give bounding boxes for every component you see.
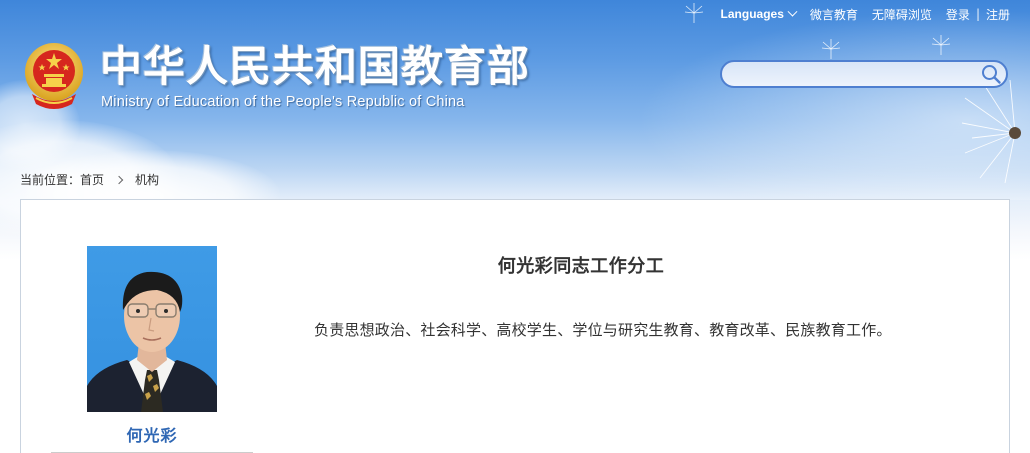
dandelion-seed-icon <box>931 35 951 55</box>
weiyan-education-link[interactable]: 微言教育 <box>810 6 858 23</box>
register-link[interactable]: 注册 <box>986 6 1010 23</box>
login-link[interactable]: 登录 <box>946 6 970 23</box>
search-icon[interactable] <box>980 63 1002 85</box>
portrait-image <box>87 271 217 412</box>
profile-card: 何光彩 何光彩同志工作分工 负责思想政治、社会科学、高校学生、学位与研究生教育、… <box>20 199 1010 453</box>
dandelion-seed-icon <box>821 39 841 59</box>
auth-links: 登录 | 注册 <box>946 6 1010 23</box>
person-name-link[interactable]: 何光彩 <box>71 422 233 446</box>
chevron-right-icon <box>114 175 124 184</box>
languages-dropdown[interactable]: Languages <box>720 6 798 21</box>
dandelion-icon <box>961 79 1021 184</box>
national-emblem-icon[interactable] <box>22 42 86 114</box>
auth-separator: | <box>975 7 980 21</box>
chevron-down-icon <box>787 6 798 17</box>
page: Languages 微言教育 无障碍浏览 登录 | 注册 中华人民共和国教育部 … <box>0 0 1030 453</box>
dandelion-seed-icon <box>684 3 704 23</box>
breadcrumb: 当前位置： 首页 机构 <box>20 171 159 188</box>
top-utility-bar: Languages 微言教育 无障碍浏览 登录 | 注册 <box>707 5 1010 23</box>
duty-title: 何光彩同志工作分工 <box>497 256 665 277</box>
accessible-browsing-link[interactable]: 无障碍浏览 <box>872 6 932 23</box>
site-subtitle: Ministry of Education of the People's Re… <box>101 94 465 110</box>
languages-label: Languages <box>720 7 784 21</box>
site-title[interactable]: 中华人民共和国教育部 <box>100 42 530 92</box>
search-input[interactable] <box>734 64 978 86</box>
search-box <box>720 60 1008 88</box>
breadcrumb-current[interactable]: 机构 <box>135 171 159 188</box>
breadcrumb-home-link[interactable]: 首页 <box>80 171 104 188</box>
duty-description: 负责思想政治、社会科学、高校学生、学位与研究生教育、教育改革、民族教育工作。 <box>314 321 892 339</box>
breadcrumb-prefix: 当前位置： <box>20 173 81 187</box>
profile-photo <box>87 246 217 412</box>
